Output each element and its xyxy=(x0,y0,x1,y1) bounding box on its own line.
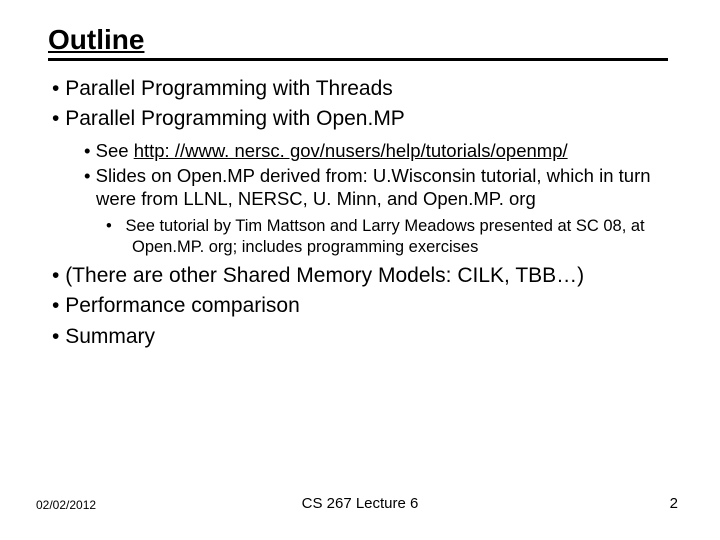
bullet-summary-text: Summary xyxy=(65,325,155,348)
footer-lecture: CS 267 Lecture 6 xyxy=(0,495,720,512)
openmp-tutorial-link[interactable]: http: //www. nersc. gov/nusers/help/tuto… xyxy=(134,140,568,161)
bullet-openmp: Parallel Programming with Open.MP xyxy=(52,106,668,132)
bullet-mattson-text: See tutorial by Tim Mattson and Larry Me… xyxy=(126,217,645,256)
bullet-performance: Performance comparison xyxy=(52,293,668,319)
slide-number: 2 xyxy=(670,495,678,512)
bullet-summary: Summary xyxy=(52,324,668,350)
bullet-slides-derived-text: Slides on Open.MP derived from: U.Wiscon… xyxy=(96,165,651,209)
bullet-threads-text: Parallel Programming with Threads xyxy=(65,77,393,100)
see-prefix: See xyxy=(96,140,134,161)
slide-body: Parallel Programming with Threads Parall… xyxy=(52,76,668,354)
bullet-slides-derived: Slides on Open.MP derived from: U.Wiscon… xyxy=(84,164,668,210)
bullet-openmp-text: Parallel Programming with Open.MP xyxy=(65,107,405,130)
slide-title: Outline xyxy=(48,24,144,56)
bullet-threads: Parallel Programming with Threads xyxy=(52,76,668,102)
bullet-see-link: See http: //www. nersc. gov/nusers/help/… xyxy=(84,139,668,162)
bullet-performance-text: Performance comparison xyxy=(65,294,300,317)
title-bar: Outline xyxy=(48,24,668,61)
bullet-mattson-tutorial: See tutorial by Tim Mattson and Larry Me… xyxy=(106,216,668,257)
bullet-other-models-text: (There are other Shared Memory Models: C… xyxy=(65,264,584,287)
bullet-other-models: (There are other Shared Memory Models: C… xyxy=(52,263,668,289)
